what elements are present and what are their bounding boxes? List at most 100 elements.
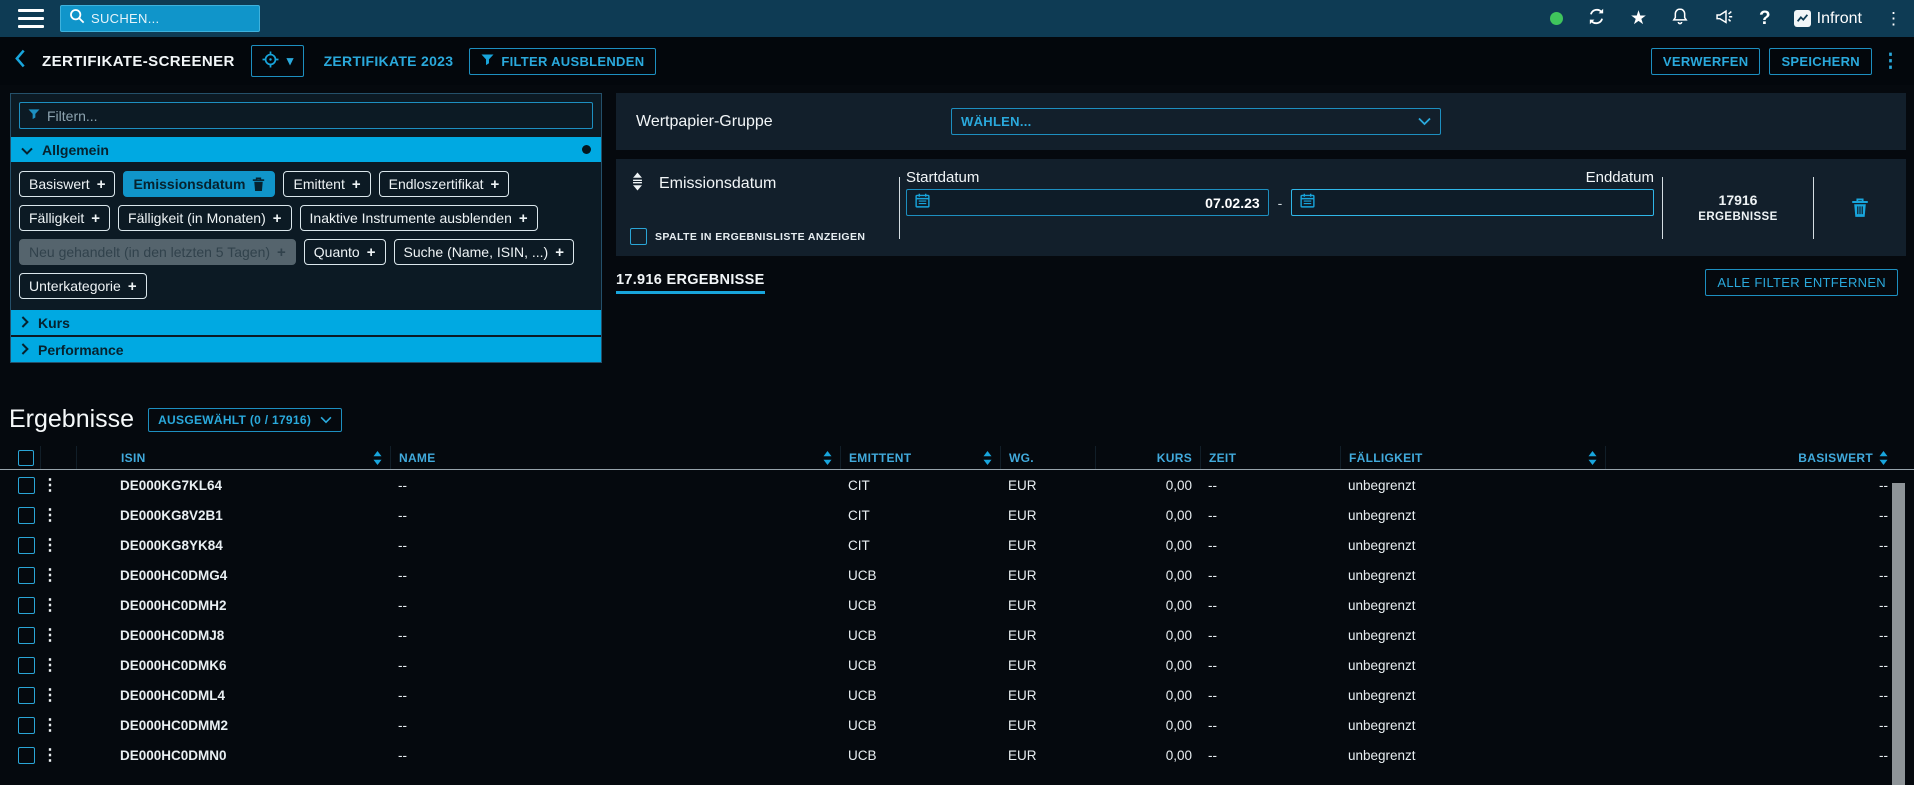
wertpapier-gruppe-card: Wertpapier-Gruppe WÄHLEN...	[616, 93, 1906, 150]
chip-label: Fälligkeit (in Monaten)	[128, 210, 266, 226]
cell-basiswert: --	[1605, 598, 1914, 613]
row-checkbox[interactable]	[18, 507, 35, 524]
cell-kurs: 0,00	[1095, 568, 1200, 583]
row-checkbox[interactable]	[18, 627, 35, 644]
announcements-megaphone-icon[interactable]	[1713, 6, 1736, 32]
enddatum-input[interactable]	[1323, 195, 1645, 211]
cell-isin: DE000KG7KL64	[76, 478, 390, 493]
row-checkbox[interactable]	[18, 537, 35, 554]
filter-chip[interactable]: Quanto+	[304, 239, 386, 265]
row-checkbox[interactable]	[18, 597, 35, 614]
remove-filter-button[interactable]	[1814, 159, 1906, 256]
save-button[interactable]: SPEICHERN	[1769, 48, 1872, 75]
wertpapier-gruppe-select[interactable]: WÄHLEN...	[951, 108, 1441, 135]
row-checkbox[interactable]	[18, 687, 35, 704]
row-checkbox[interactable]	[18, 747, 35, 764]
cell-basiswert: --	[1605, 628, 1914, 643]
row-menu-icon[interactable]: ⋮	[42, 685, 58, 705]
sort-icon[interactable]	[1879, 451, 1888, 465]
results-section: Ergebnisse AUSGEWÄHLT (0 / 17916) ISINNA…	[0, 405, 1914, 770]
row-checkbox[interactable]	[18, 477, 35, 494]
row-menu-icon[interactable]: ⋮	[42, 505, 58, 525]
filter-chip[interactable]: Fälligkeit+	[19, 205, 110, 231]
hide-filters-button[interactable]: FILTER AUSBLENDEN	[469, 48, 656, 75]
row-menu-icon[interactable]: ⋮	[42, 475, 58, 495]
cell-zeit: --	[1200, 598, 1340, 613]
screen-name[interactable]: ZERTIFIKATE 2023	[324, 53, 454, 69]
column-header-basiswert[interactable]: BASISWERT	[1605, 446, 1914, 469]
selected-rows-label: AUSGEWÄHLT (0 / 17916)	[158, 413, 311, 427]
column-header-wg[interactable]: WG.	[1000, 446, 1095, 469]
calendar-icon[interactable]	[1300, 193, 1315, 213]
startdatum-input[interactable]	[938, 195, 1260, 211]
filter-chip[interactable]: Suche (Name, ISIN, ...)+	[394, 239, 574, 265]
menu-icon[interactable]	[18, 9, 44, 29]
row-checkbox[interactable]	[18, 567, 35, 584]
column-header-name[interactable]: NAME	[390, 446, 840, 469]
filter-chip[interactable]: Emissionsdatum	[123, 171, 275, 197]
link-target-button[interactable]: ▾	[251, 45, 304, 77]
select-all-checkbox[interactable]	[18, 450, 34, 466]
notifications-bell-icon[interactable]	[1670, 6, 1690, 32]
column-header-kurs[interactable]: KURS	[1095, 446, 1200, 469]
row-checkbox[interactable]	[18, 657, 35, 674]
filter-search-field[interactable]	[19, 102, 593, 129]
filter-chip[interactable]: Unterkategorie+	[19, 273, 147, 299]
filter-chip[interactable]: Endloszertifikat+	[379, 171, 510, 197]
clear-all-filters-button[interactable]: ALLE FILTER ENTFERNEN	[1705, 269, 1898, 296]
cell-zeit: --	[1200, 538, 1340, 553]
filter-chip[interactable]: Inaktive Instrumente ausblenden+	[300, 205, 538, 231]
help-icon[interactable]: ?	[1759, 9, 1771, 28]
discard-button[interactable]: VERWERFEN	[1651, 48, 1761, 75]
sort-icon[interactable]	[373, 451, 382, 465]
favorites-star-icon[interactable]: ★	[1630, 9, 1647, 28]
toolbar-overflow-menu-icon[interactable]: ⋮	[1881, 50, 1900, 73]
cell-isin: DE000KG8YK84	[76, 538, 390, 553]
column-header-faelligkeit[interactable]: FÄLLIGKEIT	[1340, 446, 1605, 469]
cell-kurs: 0,00	[1095, 628, 1200, 643]
back-icon[interactable]	[14, 49, 26, 73]
row-menu-icon[interactable]: ⋮	[42, 535, 58, 555]
filter-chip[interactable]: Basiswert+	[19, 171, 115, 197]
row-menu-icon[interactable]: ⋮	[42, 655, 58, 675]
column-header-zeit[interactable]: ZEIT	[1200, 446, 1340, 469]
row-menu-icon[interactable]: ⋮	[42, 565, 58, 585]
cell-emittent: UCB	[840, 598, 1000, 613]
sort-icon[interactable]	[823, 451, 832, 465]
sort-icon[interactable]	[1588, 451, 1597, 465]
refresh-icon[interactable]	[1586, 6, 1607, 32]
filter-chip[interactable]: Fälligkeit (in Monaten)+	[118, 205, 292, 231]
vertical-scrollbar[interactable]	[1892, 483, 1905, 785]
cell-name: --	[390, 478, 840, 493]
cell-faelligkeit: unbegrenzt	[1340, 508, 1605, 523]
search-input[interactable]	[91, 11, 251, 26]
filter-chip[interactable]: Emittent+	[283, 171, 370, 197]
drag-handle-icon[interactable]	[630, 172, 645, 196]
filter-search-input[interactable]	[47, 108, 584, 124]
cell-emittent: UCB	[840, 748, 1000, 763]
results-count-link[interactable]: 17.916 ERGEBNISSE	[616, 272, 765, 294]
trash-icon[interactable]	[252, 177, 265, 192]
enddatum-field[interactable]	[1291, 189, 1654, 216]
calendar-icon[interactable]	[915, 193, 930, 213]
topbar-overflow-menu-icon[interactable]: ⋮	[1885, 10, 1902, 27]
selected-rows-dropdown[interactable]: AUSGEWÄHLT (0 / 17916)	[148, 408, 342, 432]
startdatum-field[interactable]	[906, 189, 1269, 216]
section-performance[interactable]: Performance	[11, 337, 601, 362]
column-header-emittent[interactable]: EMITTENT	[840, 446, 1000, 469]
row-menu-icon[interactable]: ⋮	[42, 625, 58, 645]
column-header-isin[interactable]: ISIN	[76, 446, 390, 469]
section-allgemein[interactable]: Allgemein	[11, 137, 601, 162]
chip-label: Neu gehandelt (in den letzten 5 Tagen)	[29, 244, 270, 260]
cell-emittent: UCB	[840, 658, 1000, 673]
row-menu-icon[interactable]: ⋮	[42, 715, 58, 735]
cell-name: --	[390, 568, 840, 583]
section-kurs[interactable]: Kurs	[11, 310, 601, 335]
row-menu-icon[interactable]: ⋮	[42, 745, 58, 765]
sort-icon[interactable]	[983, 451, 992, 465]
row-menu-icon[interactable]: ⋮	[42, 595, 58, 615]
show-column-checkbox[interactable]	[630, 228, 647, 245]
cell-isin: DE000HC0DML4	[76, 688, 390, 703]
row-checkbox[interactable]	[18, 717, 35, 734]
global-search[interactable]	[60, 5, 260, 32]
